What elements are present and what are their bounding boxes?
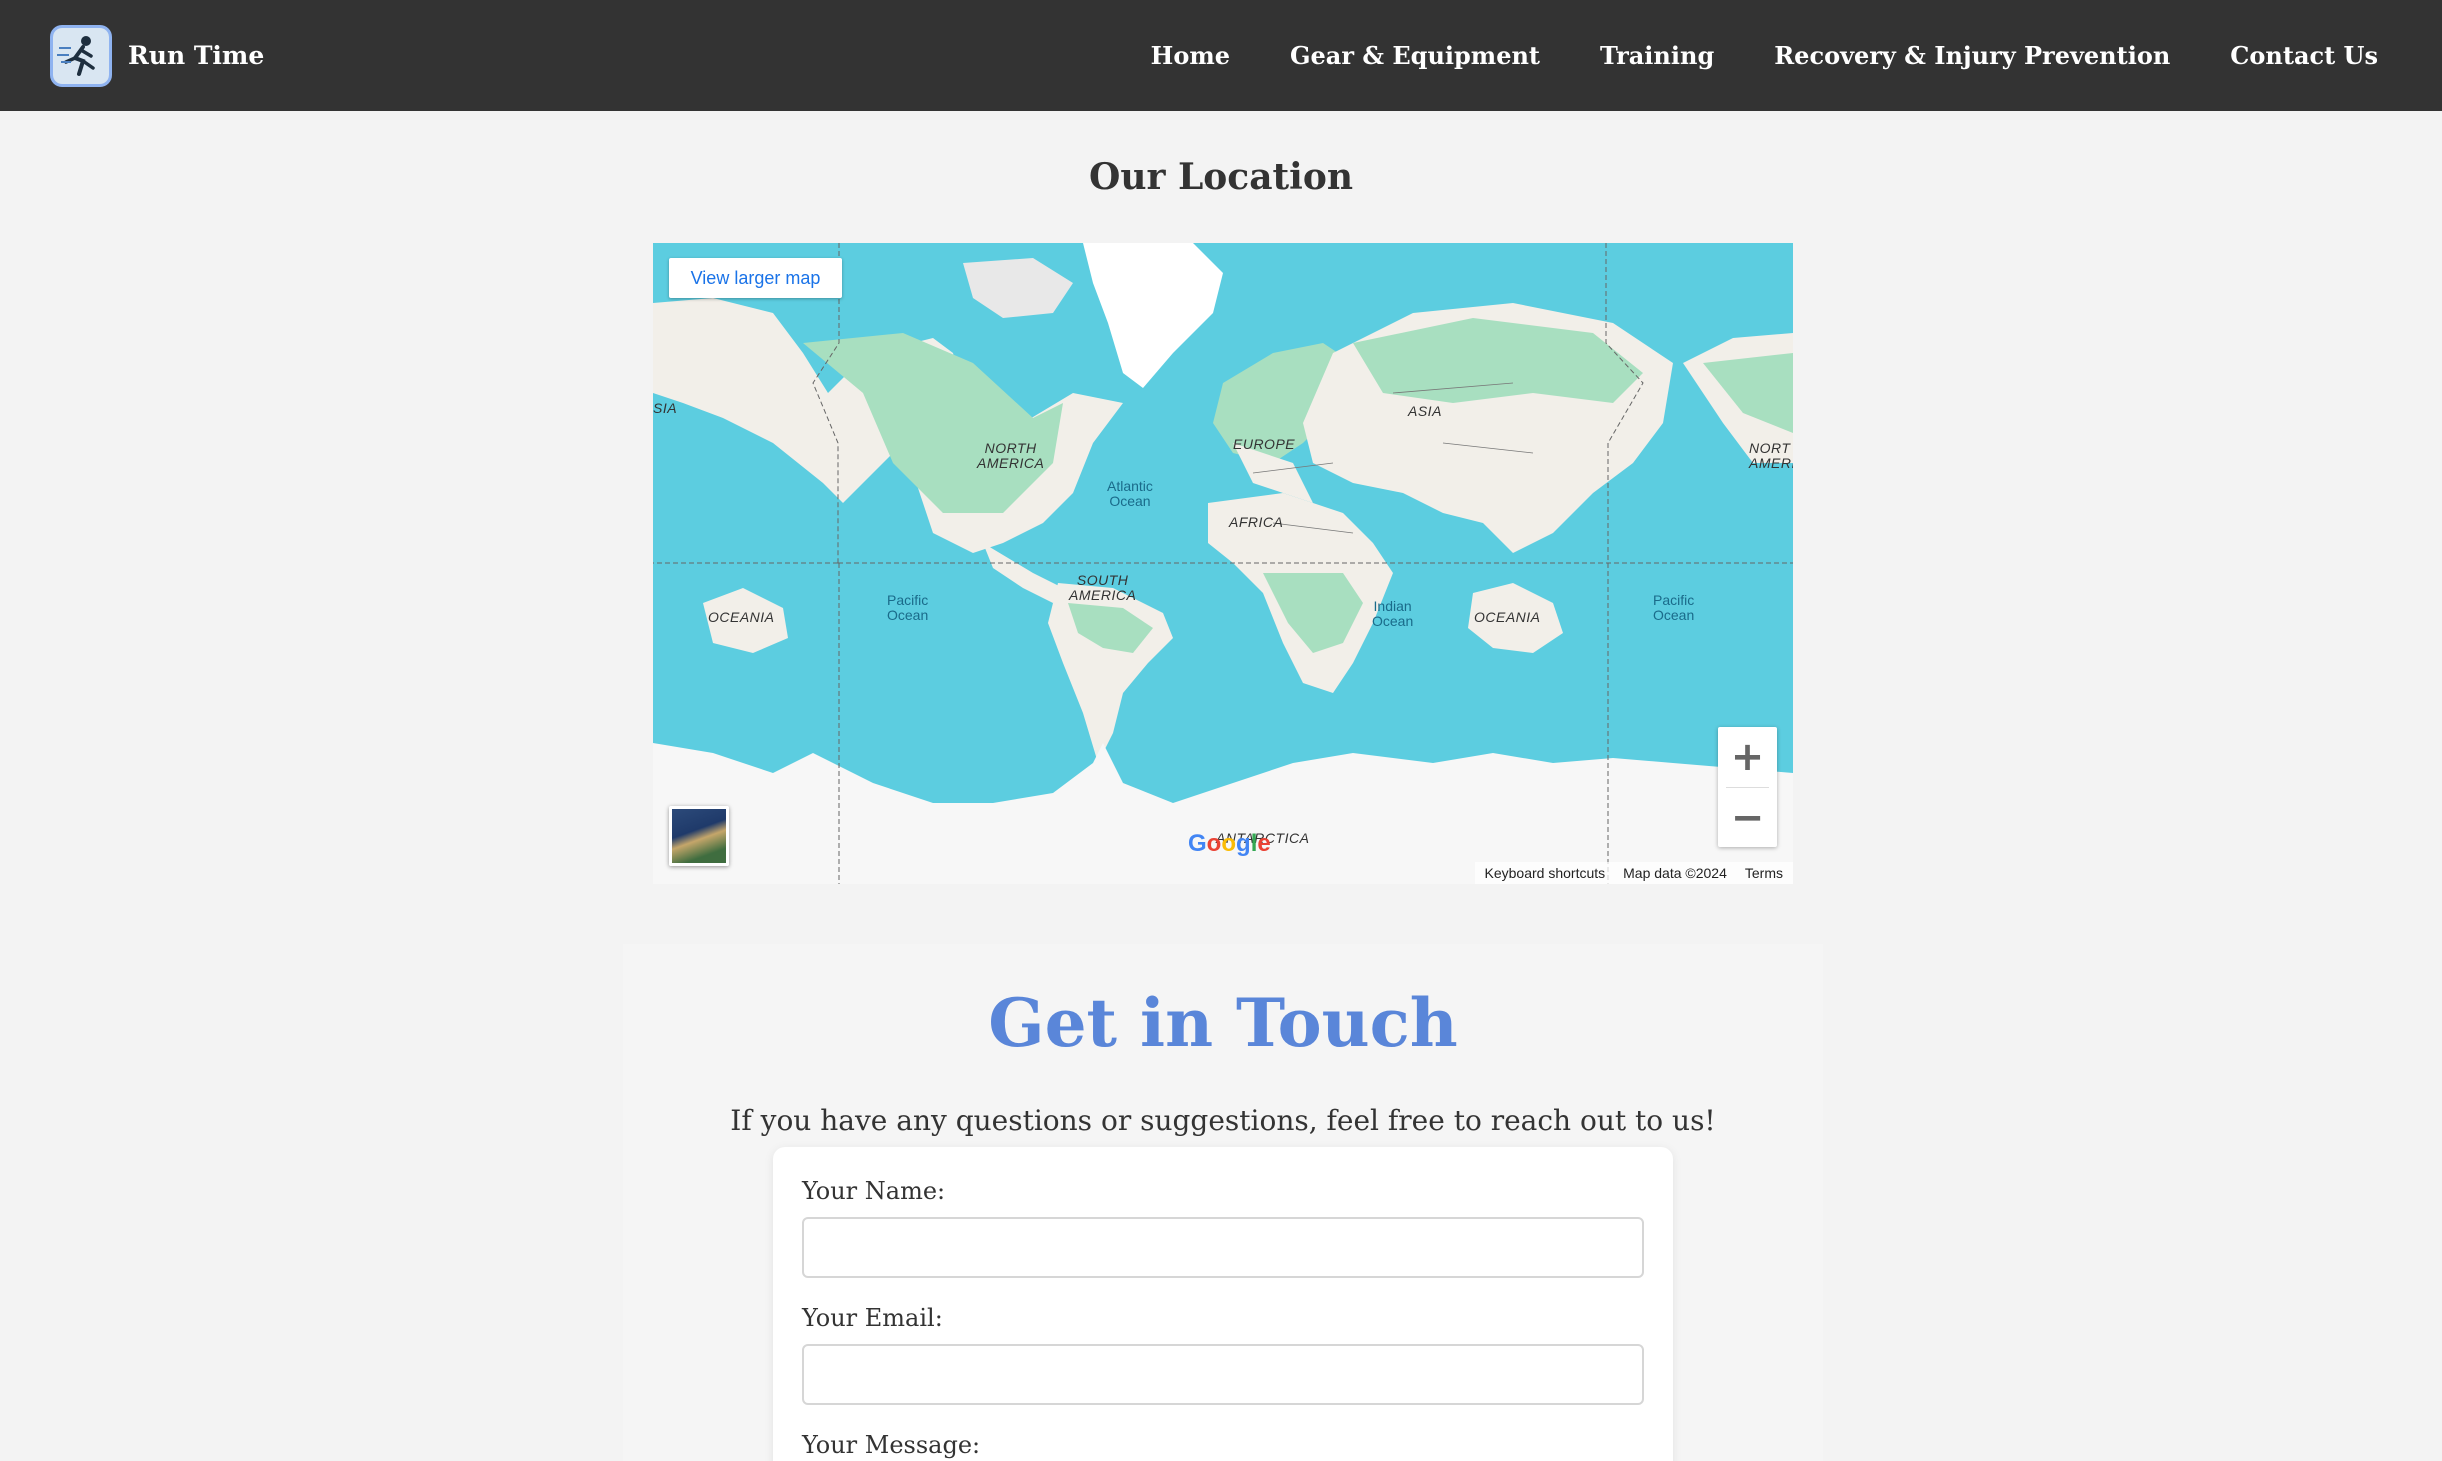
runner-logo-icon bbox=[50, 24, 112, 87]
map-label-south-america: SOUTH AMERICA bbox=[1069, 572, 1137, 603]
message-label: Your Message: bbox=[802, 1431, 981, 1459]
map-label-pacific-left: Pacific Ocean bbox=[887, 592, 929, 623]
brand[interactable]: Run Time bbox=[50, 24, 265, 87]
nav-recovery[interactable]: Recovery & Injury Prevention bbox=[1774, 41, 2170, 70]
map-label-asia: ASIA bbox=[1408, 403, 1442, 419]
view-larger-map-link[interactable]: View larger map bbox=[669, 258, 842, 298]
map-label-africa: AFRICA bbox=[1229, 514, 1284, 530]
nav-home[interactable]: Home bbox=[1151, 41, 1230, 70]
name-label: Your Name: bbox=[802, 1177, 946, 1205]
map-label-north-america: NORTH AMERICA bbox=[977, 440, 1045, 471]
contact-intro: If you have any questions or suggestions… bbox=[730, 1104, 1716, 1137]
zoom-out-button[interactable]: − bbox=[1718, 788, 1777, 848]
satellite-toggle-button[interactable] bbox=[669, 806, 729, 866]
email-label: Your Email: bbox=[802, 1304, 943, 1332]
name-field[interactable] bbox=[802, 1217, 1644, 1278]
embedded-map[interactable]: View larger map SIA NORTH AMERICA Atlant… bbox=[653, 243, 1793, 884]
map-label-atlantic: Atlantic Ocean bbox=[1107, 478, 1153, 509]
main-nav: Home Gear & Equipment Training Recovery … bbox=[1091, 41, 2378, 70]
map-label-indian: Indian Ocean bbox=[1372, 598, 1414, 629]
contact-title: Get in Touch bbox=[988, 984, 1458, 1062]
email-field[interactable] bbox=[802, 1344, 1644, 1405]
location-title: Our Location bbox=[1088, 156, 1354, 198]
contact-form: Your Name: Your Email: Your Message: bbox=[773, 1147, 1673, 1461]
map-label-north-america-right: NORT AMERI bbox=[1749, 440, 1793, 471]
map-label-europe: EUROPE bbox=[1233, 436, 1296, 452]
keyboard-shortcuts-link[interactable]: Keyboard shortcuts bbox=[1485, 865, 1606, 881]
map-label-oceania-right: OCEANIA bbox=[1474, 609, 1541, 625]
nav-gear-equipment[interactable]: Gear & Equipment bbox=[1290, 41, 1540, 70]
terms-link[interactable]: Terms bbox=[1745, 865, 1783, 881]
map-label-pacific-right: Pacific Ocean bbox=[1653, 592, 1695, 623]
world-map-graphic bbox=[653, 243, 1793, 884]
map-footer: Keyboard shortcuts Map data ©2024 Terms bbox=[1474, 862, 1793, 884]
top-navbar: Run Time Home Gear & Equipment Training … bbox=[0, 0, 2442, 111]
map-label-oceania-left: OCEANIA bbox=[708, 609, 775, 625]
map-label-asia-left: SIA bbox=[653, 400, 678, 416]
map-data-attribution: Map data ©2024 bbox=[1623, 865, 1727, 881]
nav-contact-us[interactable]: Contact Us bbox=[2230, 41, 2378, 70]
contact-section: Get in Touch If you have any questions o… bbox=[623, 944, 1823, 1461]
zoom-controls: + − bbox=[1718, 727, 1777, 847]
brand-name: Run Time bbox=[128, 41, 265, 70]
zoom-in-button[interactable]: + bbox=[1718, 727, 1777, 787]
nav-training[interactable]: Training bbox=[1600, 41, 1714, 70]
google-logo: Google bbox=[1188, 830, 1271, 857]
